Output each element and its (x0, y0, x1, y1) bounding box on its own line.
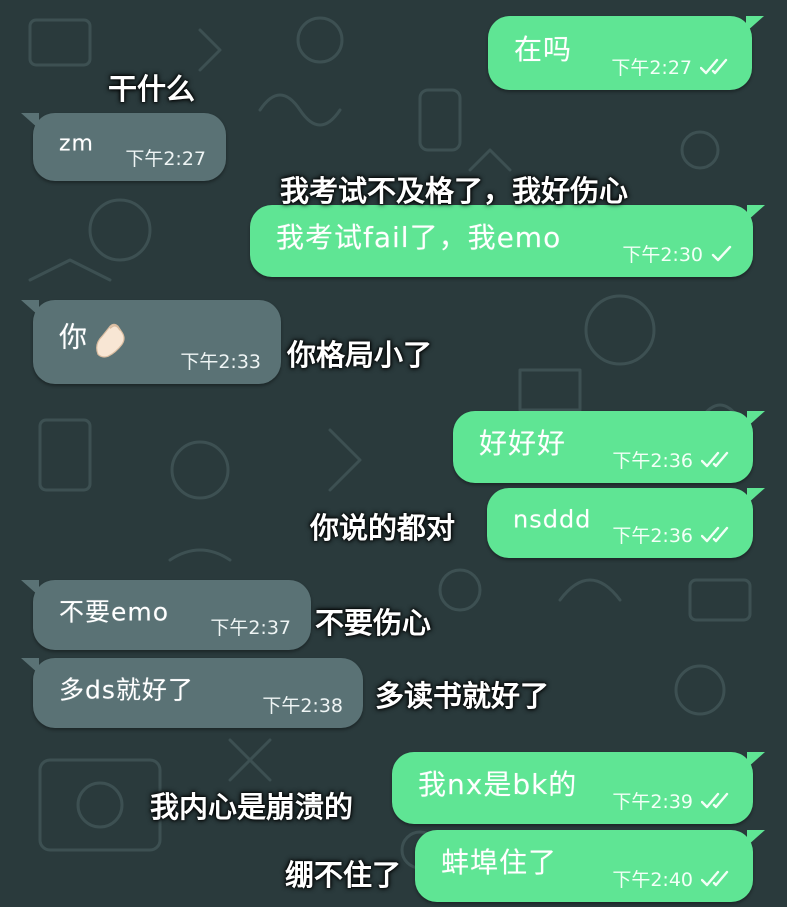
message-time: 下午2:27 (611, 57, 692, 79)
double-check-icon (701, 870, 729, 886)
message-time: 下午2:30 (622, 244, 703, 266)
caption-text: 你说的都对 (310, 511, 456, 545)
message-text: 我nx是bk的 (418, 768, 578, 802)
message-text: 不要emo (59, 597, 170, 627)
check-icon (711, 245, 732, 261)
message-time: 下午2:38 (262, 695, 343, 717)
message-bubble-incoming[interactable]: 多ds就好了 下午2:38 (21, 658, 363, 728)
message-bubble-incoming[interactable]: zm 下午2:27 (21, 113, 226, 181)
message-text: 你 (59, 315, 130, 358)
message-time: 下午2:40 (612, 869, 693, 891)
message-meta: 下午2:27 (125, 144, 206, 171)
message-bubble-outgoing[interactable]: 我考试fail了，我emo 下午2:30 (250, 205, 765, 277)
message-bubble-outgoing[interactable]: 在吗 下午2:27 (488, 16, 764, 90)
caption-text: 绷不住了 (285, 858, 402, 892)
message-text: 蚌埠住了 (441, 846, 558, 880)
message-bubble-outgoing[interactable]: 我nx是bk的 下午2:39 (392, 752, 765, 824)
caption-text: 不要伤心 (315, 606, 432, 640)
message-time: 下午2:27 (125, 148, 206, 170)
double-check-icon (701, 451, 729, 467)
double-check-icon (700, 58, 728, 74)
message-meta: 下午2:37 (210, 613, 291, 640)
message-bubble-outgoing[interactable]: 好好好 下午2:36 (453, 411, 765, 483)
double-check-icon (701, 526, 729, 542)
message-meta: 下午2:36 (612, 521, 733, 548)
message-meta: 下午2:40 (612, 865, 733, 892)
message-meta: 下午2:36 (612, 446, 733, 473)
message-bubble-outgoing[interactable]: nsddd 下午2:36 (487, 488, 765, 558)
message-time: 下午2:36 (612, 525, 693, 547)
message-time: 下午2:39 (612, 791, 693, 813)
message-text: zm (59, 131, 94, 157)
message-text: 我考试fail了，我emo (276, 221, 562, 255)
message-text: 在吗 (514, 33, 573, 67)
caption-text: 你格局小了 (287, 338, 433, 372)
message-meta: 下午2:39 (612, 787, 733, 814)
message-time: 下午2:36 (612, 450, 693, 472)
message-meta: 下午2:38 (262, 691, 343, 718)
message-time: 下午2:33 (180, 351, 261, 373)
message-time: 下午2:37 (210, 617, 291, 639)
caption-text: 我内心是崩溃的 (150, 790, 354, 824)
message-meta: 下午2:30 (622, 240, 733, 267)
message-text: 多ds就好了 (59, 675, 194, 705)
message-meta: 下午2:27 (611, 53, 732, 80)
message-bubble-incoming[interactable]: 不要emo 下午2:37 (21, 580, 311, 650)
caption-text: 我考试不及格了，我好伤心 (280, 174, 629, 208)
pinched-fingers-emoji (96, 323, 125, 358)
message-bubble-outgoing[interactable]: 蚌埠住了 下午2:40 (415, 830, 765, 902)
caption-text: 多读书就好了 (375, 679, 550, 713)
message-text: 好好好 (479, 427, 567, 461)
caption-text: 干什么 (108, 72, 196, 106)
double-check-icon (701, 792, 729, 808)
message-text-content: 你 (59, 320, 89, 354)
message-meta: 下午2:33 (180, 347, 261, 374)
message-text: nsddd (513, 505, 592, 534)
message-bubble-incoming[interactable]: 你 下午2:33 (21, 300, 281, 384)
